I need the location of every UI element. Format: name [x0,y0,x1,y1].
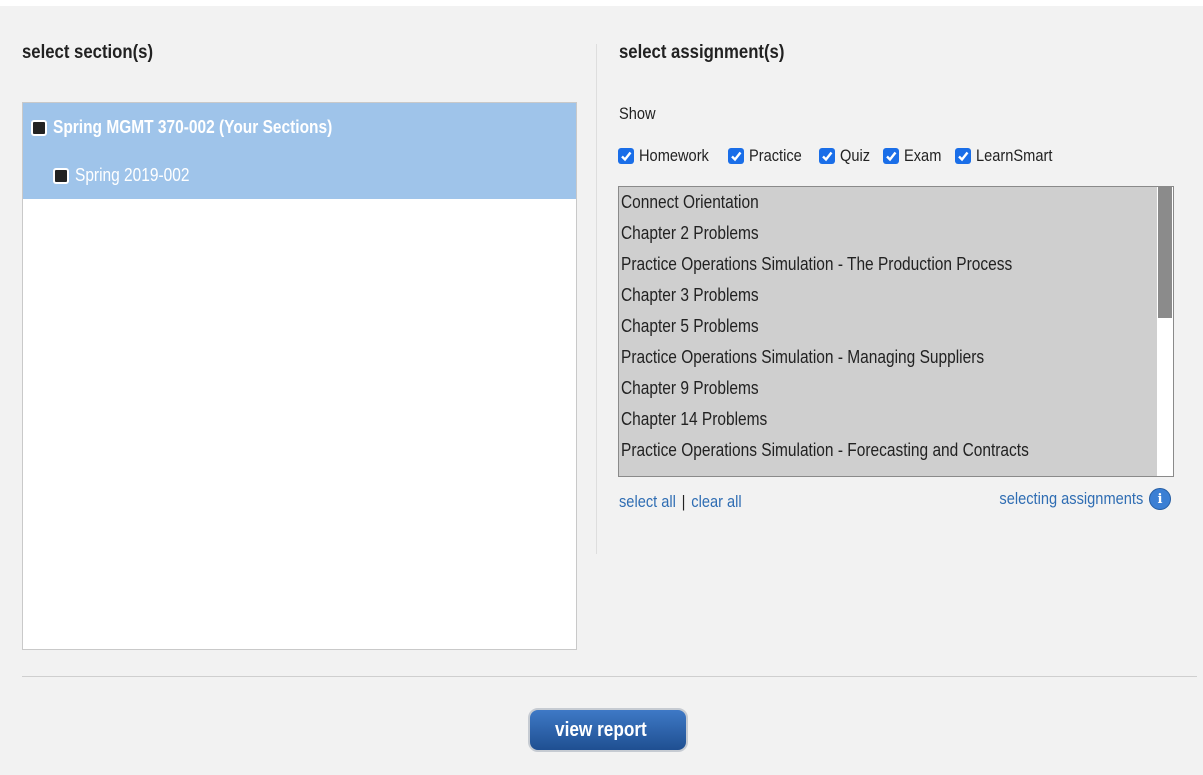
assignment-option[interactable]: Chapter 14 Problems [619,404,1157,435]
section-tree[interactable]: Spring MGMT 370-002 (Your Sections) Spri… [22,102,577,650]
assignment-option[interactable]: Chapter 3 Problems [619,280,1157,311]
filter-label: Quiz [839,146,870,165]
assignments-heading: select assignment(s) [619,42,785,63]
assignment-option[interactable]: Chapter 2 Problems [619,218,1157,249]
report-panel: select section(s) Spring MGMT 370-002 (Y… [0,6,1203,775]
help-link[interactable]: selecting assignments [999,489,1143,509]
show-label: Show [619,104,656,123]
checkbox-checked-icon[interactable] [818,148,835,164]
footer-divider [22,676,1197,677]
scrollbar-thumb[interactable] [1158,187,1172,318]
filter-label: Exam [903,146,942,165]
section-checkbox-icon[interactable] [53,167,69,184]
view-report-label: view report [554,718,647,741]
checkbox-checked-icon[interactable] [882,148,899,164]
view-report-button[interactable]: view report [528,708,688,752]
filter-quiz[interactable]: Quiz [818,146,875,166]
tree-item-parent-section[interactable]: Spring MGMT 370-002 (Your Sections) [31,117,378,138]
filter-exam[interactable]: Exam [882,146,947,166]
link-separator: | [681,492,686,511]
assignment-type-filters: Homework Practice Quiz Exam LearnSmart [618,146,1073,166]
column-divider [596,44,597,554]
listbox-scrollbar[interactable] [1157,187,1173,476]
assignment-option[interactable]: Chapter 5 Problems [619,311,1157,342]
assignment-option[interactable]: Connect Orientation [619,187,1157,218]
tree-item-label: Spring MGMT 370-002 (Your Sections) [53,117,333,137]
selecting-assignments-help[interactable]: selecting assignments i [976,488,1171,510]
filter-label: LearnSmart [976,146,1053,165]
assignment-option[interactable]: Practice Operations Simulation - Managin… [619,342,1157,373]
section-checkbox-icon[interactable] [31,119,47,136]
sections-heading: select section(s) [22,42,154,63]
assignment-option[interactable]: Practice Operations Simulation - Forecas… [619,435,1157,466]
tree-item-label: Spring 2019-002 [75,165,190,185]
info-icon[interactable]: i [1149,488,1171,510]
filter-homework[interactable]: Homework [618,146,720,166]
clear-all-link[interactable]: clear all [691,492,741,511]
checkbox-checked-icon[interactable] [955,148,972,164]
filter-label: Practice [749,146,803,165]
selection-links: select all | clear all [619,492,762,512]
checkbox-checked-icon[interactable] [618,148,634,164]
checkbox-checked-icon[interactable] [728,148,745,164]
filter-practice[interactable]: Practice [728,146,810,166]
tree-item-child-section[interactable]: Spring 2019-002 [53,165,208,186]
filter-learnsmart[interactable]: LearnSmart [955,146,1065,166]
assignment-list: Connect Orientation Chapter 2 Problems P… [619,187,1157,466]
assignment-option[interactable]: Chapter 9 Problems [619,373,1157,404]
assignment-listbox[interactable]: Connect Orientation Chapter 2 Problems P… [618,186,1174,477]
assignment-option[interactable]: Practice Operations Simulation - The Pro… [619,249,1157,280]
filter-label: Homework [639,146,709,165]
select-all-link[interactable]: select all [619,492,676,511]
